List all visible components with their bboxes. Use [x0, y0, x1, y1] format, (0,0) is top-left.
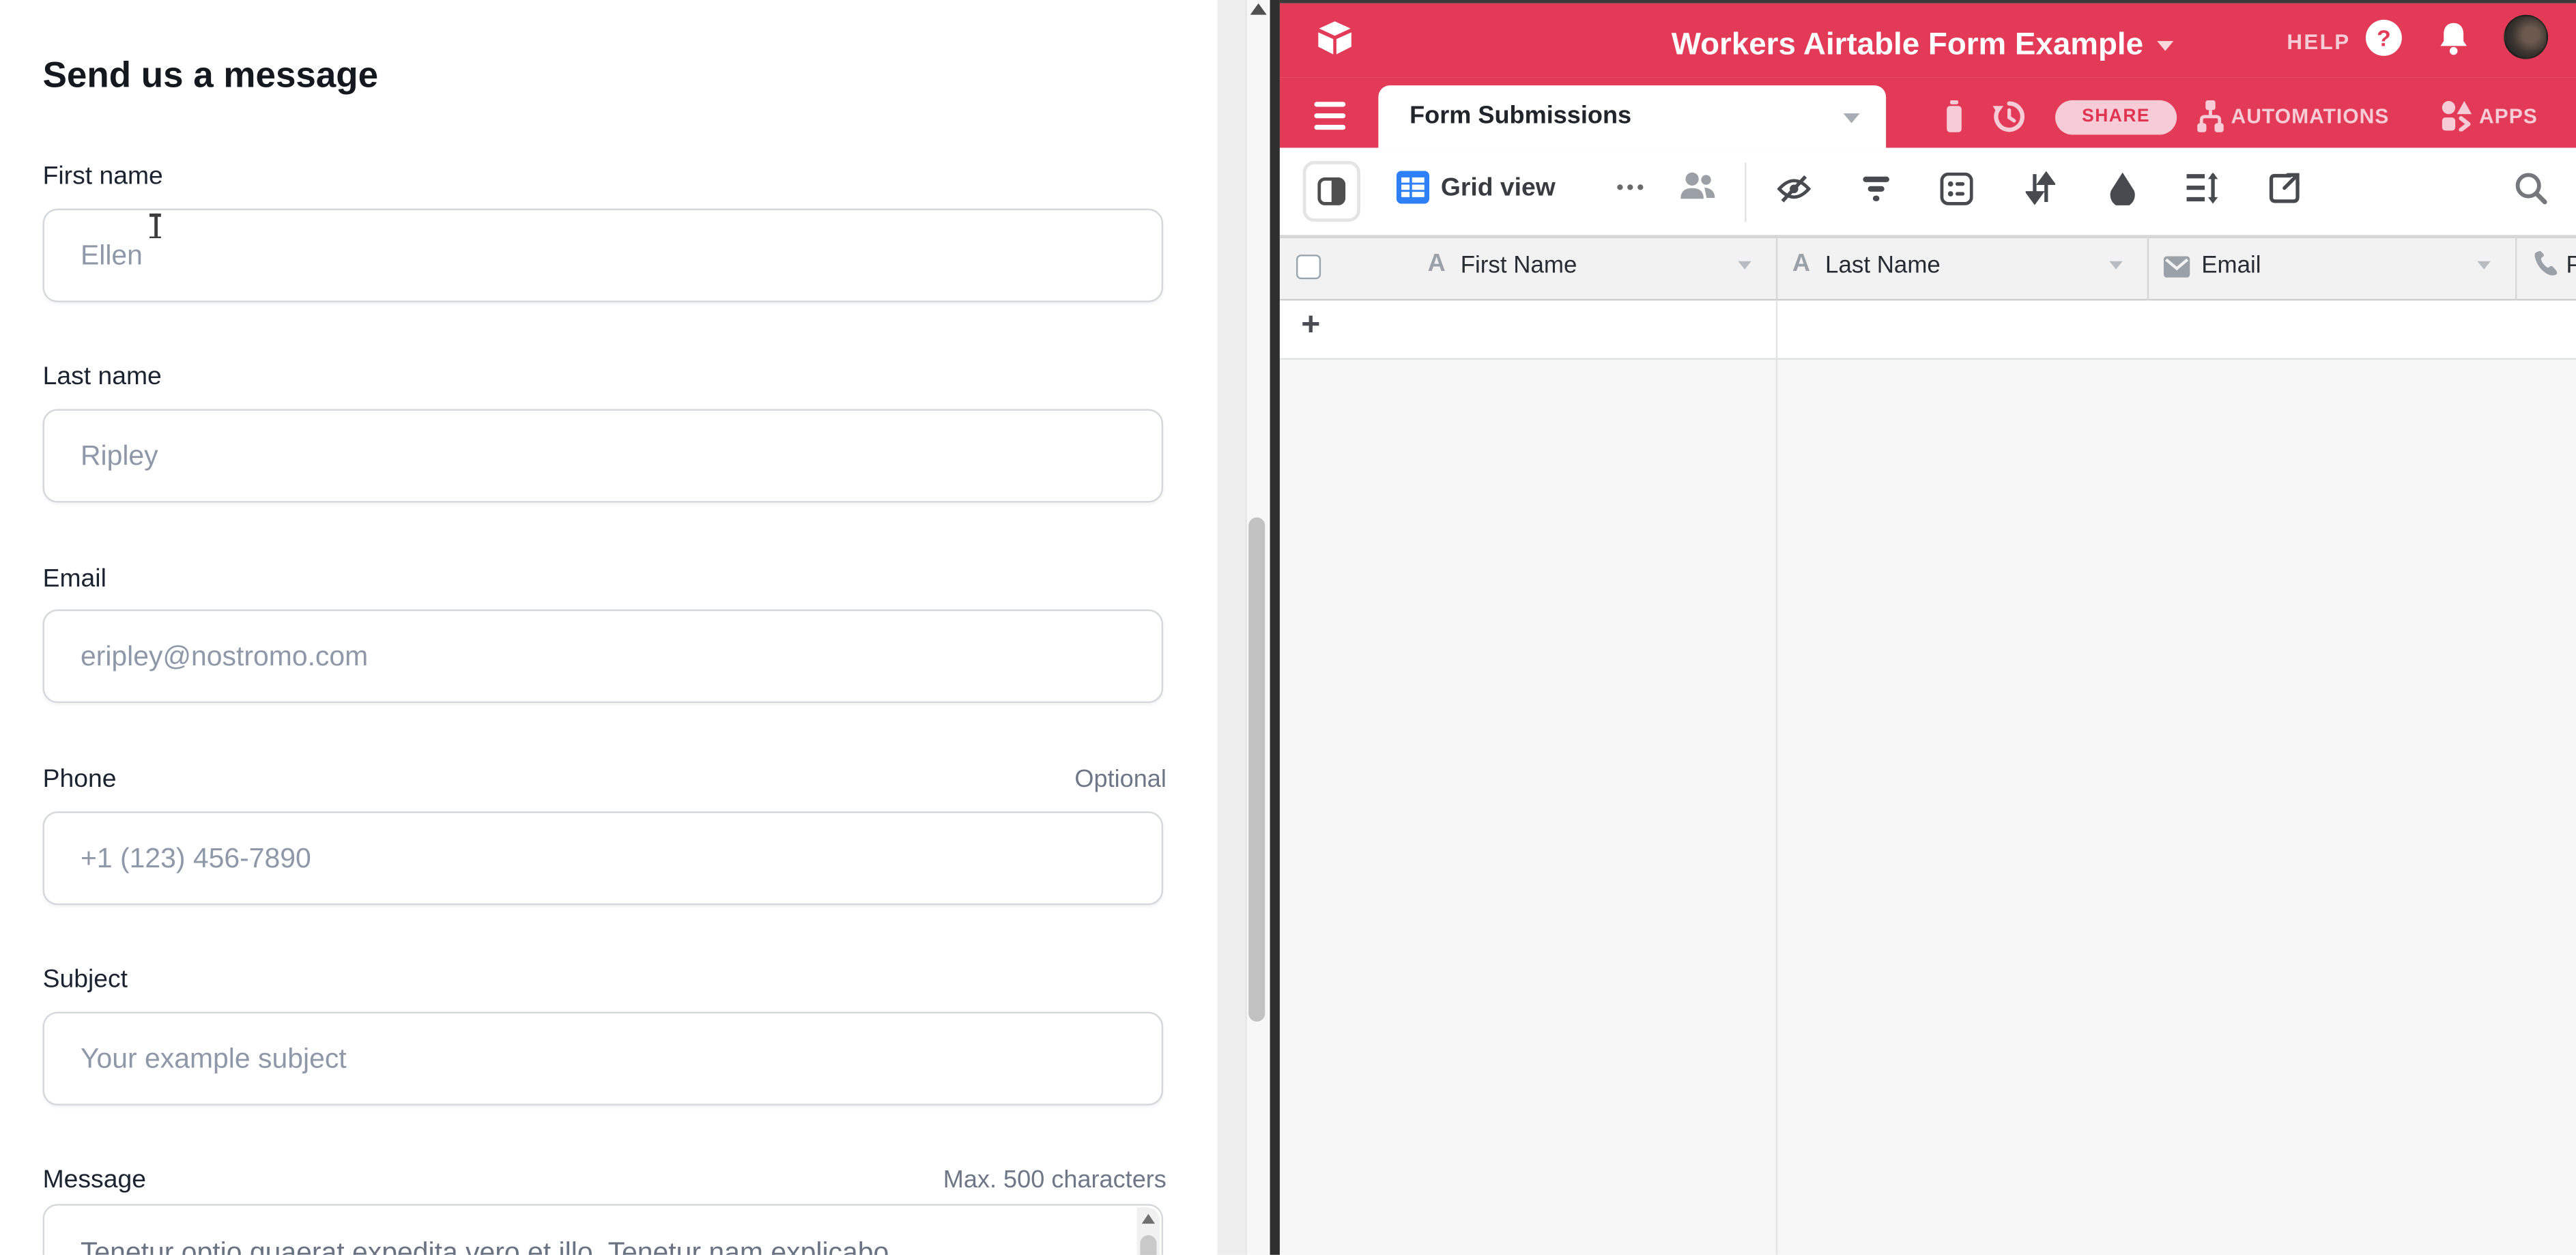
- page-scroll-up-icon[interactable]: [1250, 3, 1267, 15]
- user-avatar[interactable]: [2504, 15, 2548, 59]
- group-icon[interactable]: [1941, 173, 1973, 205]
- menu-hamburger-icon[interactable]: [1315, 102, 1346, 130]
- column-separator[interactable]: [1776, 237, 1777, 301]
- apps-button[interactable]: APPS: [2479, 105, 2538, 128]
- base-title-text: Workers Airtable Form Example: [1672, 28, 2143, 63]
- last-name-input[interactable]: [43, 409, 1163, 502]
- first-name-input[interactable]: [43, 209, 1163, 302]
- airtable-logo-icon[interactable]: [1316, 20, 1354, 57]
- help-button[interactable]: HELP: [2287, 29, 2350, 54]
- message-max-note: Max. 500 characters: [943, 1166, 1167, 1194]
- phone-field-type-icon: [2532, 250, 2560, 278]
- apps-icon[interactable]: [2442, 100, 2473, 132]
- scroll-up-icon[interactable]: [1142, 1214, 1155, 1224]
- page-scrollbar-thumb[interactable]: [1248, 517, 1265, 1022]
- column-chevron-down-icon[interactable]: [2478, 261, 2491, 270]
- message-scrollbar-thumb[interactable]: [1140, 1235, 1156, 1255]
- notifications-bell-icon[interactable]: [2436, 20, 2471, 57]
- email-label: Email: [43, 565, 106, 594]
- column-header-phone[interactable]: Phone: [2566, 253, 2576, 280]
- help-question-icon[interactable]: ?: [2366, 20, 2402, 56]
- hide-fields-icon[interactable]: [1776, 174, 1812, 203]
- pane-edge-band: [1218, 0, 1246, 1255]
- base-title[interactable]: Workers Airtable Form Example: [1594, 28, 2251, 64]
- message-label: Message: [43, 1166, 146, 1196]
- search-icon[interactable]: [2514, 171, 2549, 205]
- chevron-down-icon: [2156, 41, 2173, 51]
- tab-form-submissions[interactable]: Form Submissions: [1378, 85, 1886, 147]
- column-chevron-down-icon[interactable]: [2109, 261, 2122, 270]
- color-icon[interactable]: [2108, 171, 2137, 205]
- text-field-type-icon: A: [1428, 250, 1446, 278]
- filter-icon[interactable]: [1861, 174, 1891, 203]
- message-scrollbar[interactable]: [1137, 1207, 1160, 1255]
- screen: Send us a message First name Last name E…: [0, 0, 2576, 1255]
- automations-button[interactable]: AUTOMATIONS: [2231, 105, 2390, 128]
- select-all-checkbox[interactable]: [1296, 255, 1321, 279]
- sort-icon[interactable]: [2026, 171, 2055, 205]
- form-title: Send us a message: [43, 54, 379, 97]
- view-more-button[interactable]: •••: [1616, 176, 1647, 199]
- tab-label: Form Submissions: [1409, 85, 1631, 147]
- phone-optional-note: Optional: [1074, 766, 1166, 794]
- first-name-label: First name: [43, 162, 163, 192]
- column-header-last-name[interactable]: Last Name: [1825, 253, 1941, 280]
- share-view-icon[interactable]: [2269, 173, 2300, 204]
- row-height-icon[interactable]: [2185, 173, 2220, 204]
- email-field-type-icon: [2164, 256, 2190, 277]
- column-separator[interactable]: [2515, 237, 2517, 301]
- message-text: Tenetur optio quaerat expedita vero et i…: [81, 1237, 889, 1254]
- phone-input[interactable]: [43, 811, 1163, 905]
- text-field-type-icon: A: [1792, 250, 1810, 278]
- share-button[interactable]: SHARE: [2055, 100, 2177, 135]
- grid-column-line: [1776, 300, 1777, 1254]
- email-input[interactable]: [43, 609, 1163, 703]
- text-cursor-icon: [148, 214, 163, 238]
- column-chevron-down-icon[interactable]: [1738, 261, 1751, 270]
- tab-chevron-down-icon[interactable]: [1844, 113, 1860, 123]
- subject-input[interactable]: [43, 1012, 1163, 1106]
- subject-label: Subject: [43, 966, 128, 995]
- last-name-label: Last name: [43, 363, 162, 392]
- column-header-email[interactable]: Email: [2201, 253, 2261, 280]
- grid-view-icon: [1397, 171, 1429, 203]
- view-name[interactable]: Grid view: [1441, 174, 1556, 203]
- window-divider: [1270, 0, 1280, 1255]
- collaborators-icon[interactable]: [1679, 171, 1717, 202]
- add-record-row[interactable]: [1280, 300, 2576, 360]
- contact-form-pane: Send us a message First name Last name E…: [0, 0, 1218, 1255]
- column-separator[interactable]: [2147, 237, 2149, 301]
- column-header-first-name[interactable]: First Name: [1461, 253, 1577, 280]
- phone-label: Phone: [43, 766, 117, 795]
- views-sidebar-toggle-button[interactable]: [1303, 161, 1360, 222]
- add-record-plus-icon[interactable]: +: [1301, 307, 1320, 345]
- toolbar-divider: [1745, 162, 1746, 222]
- trash-icon[interactable]: [1942, 100, 1966, 133]
- history-icon[interactable]: [1991, 98, 2027, 134]
- message-textarea[interactable]: Tenetur optio quaerat expedita vero et i…: [43, 1204, 1163, 1255]
- automations-icon[interactable]: [2196, 100, 2224, 133]
